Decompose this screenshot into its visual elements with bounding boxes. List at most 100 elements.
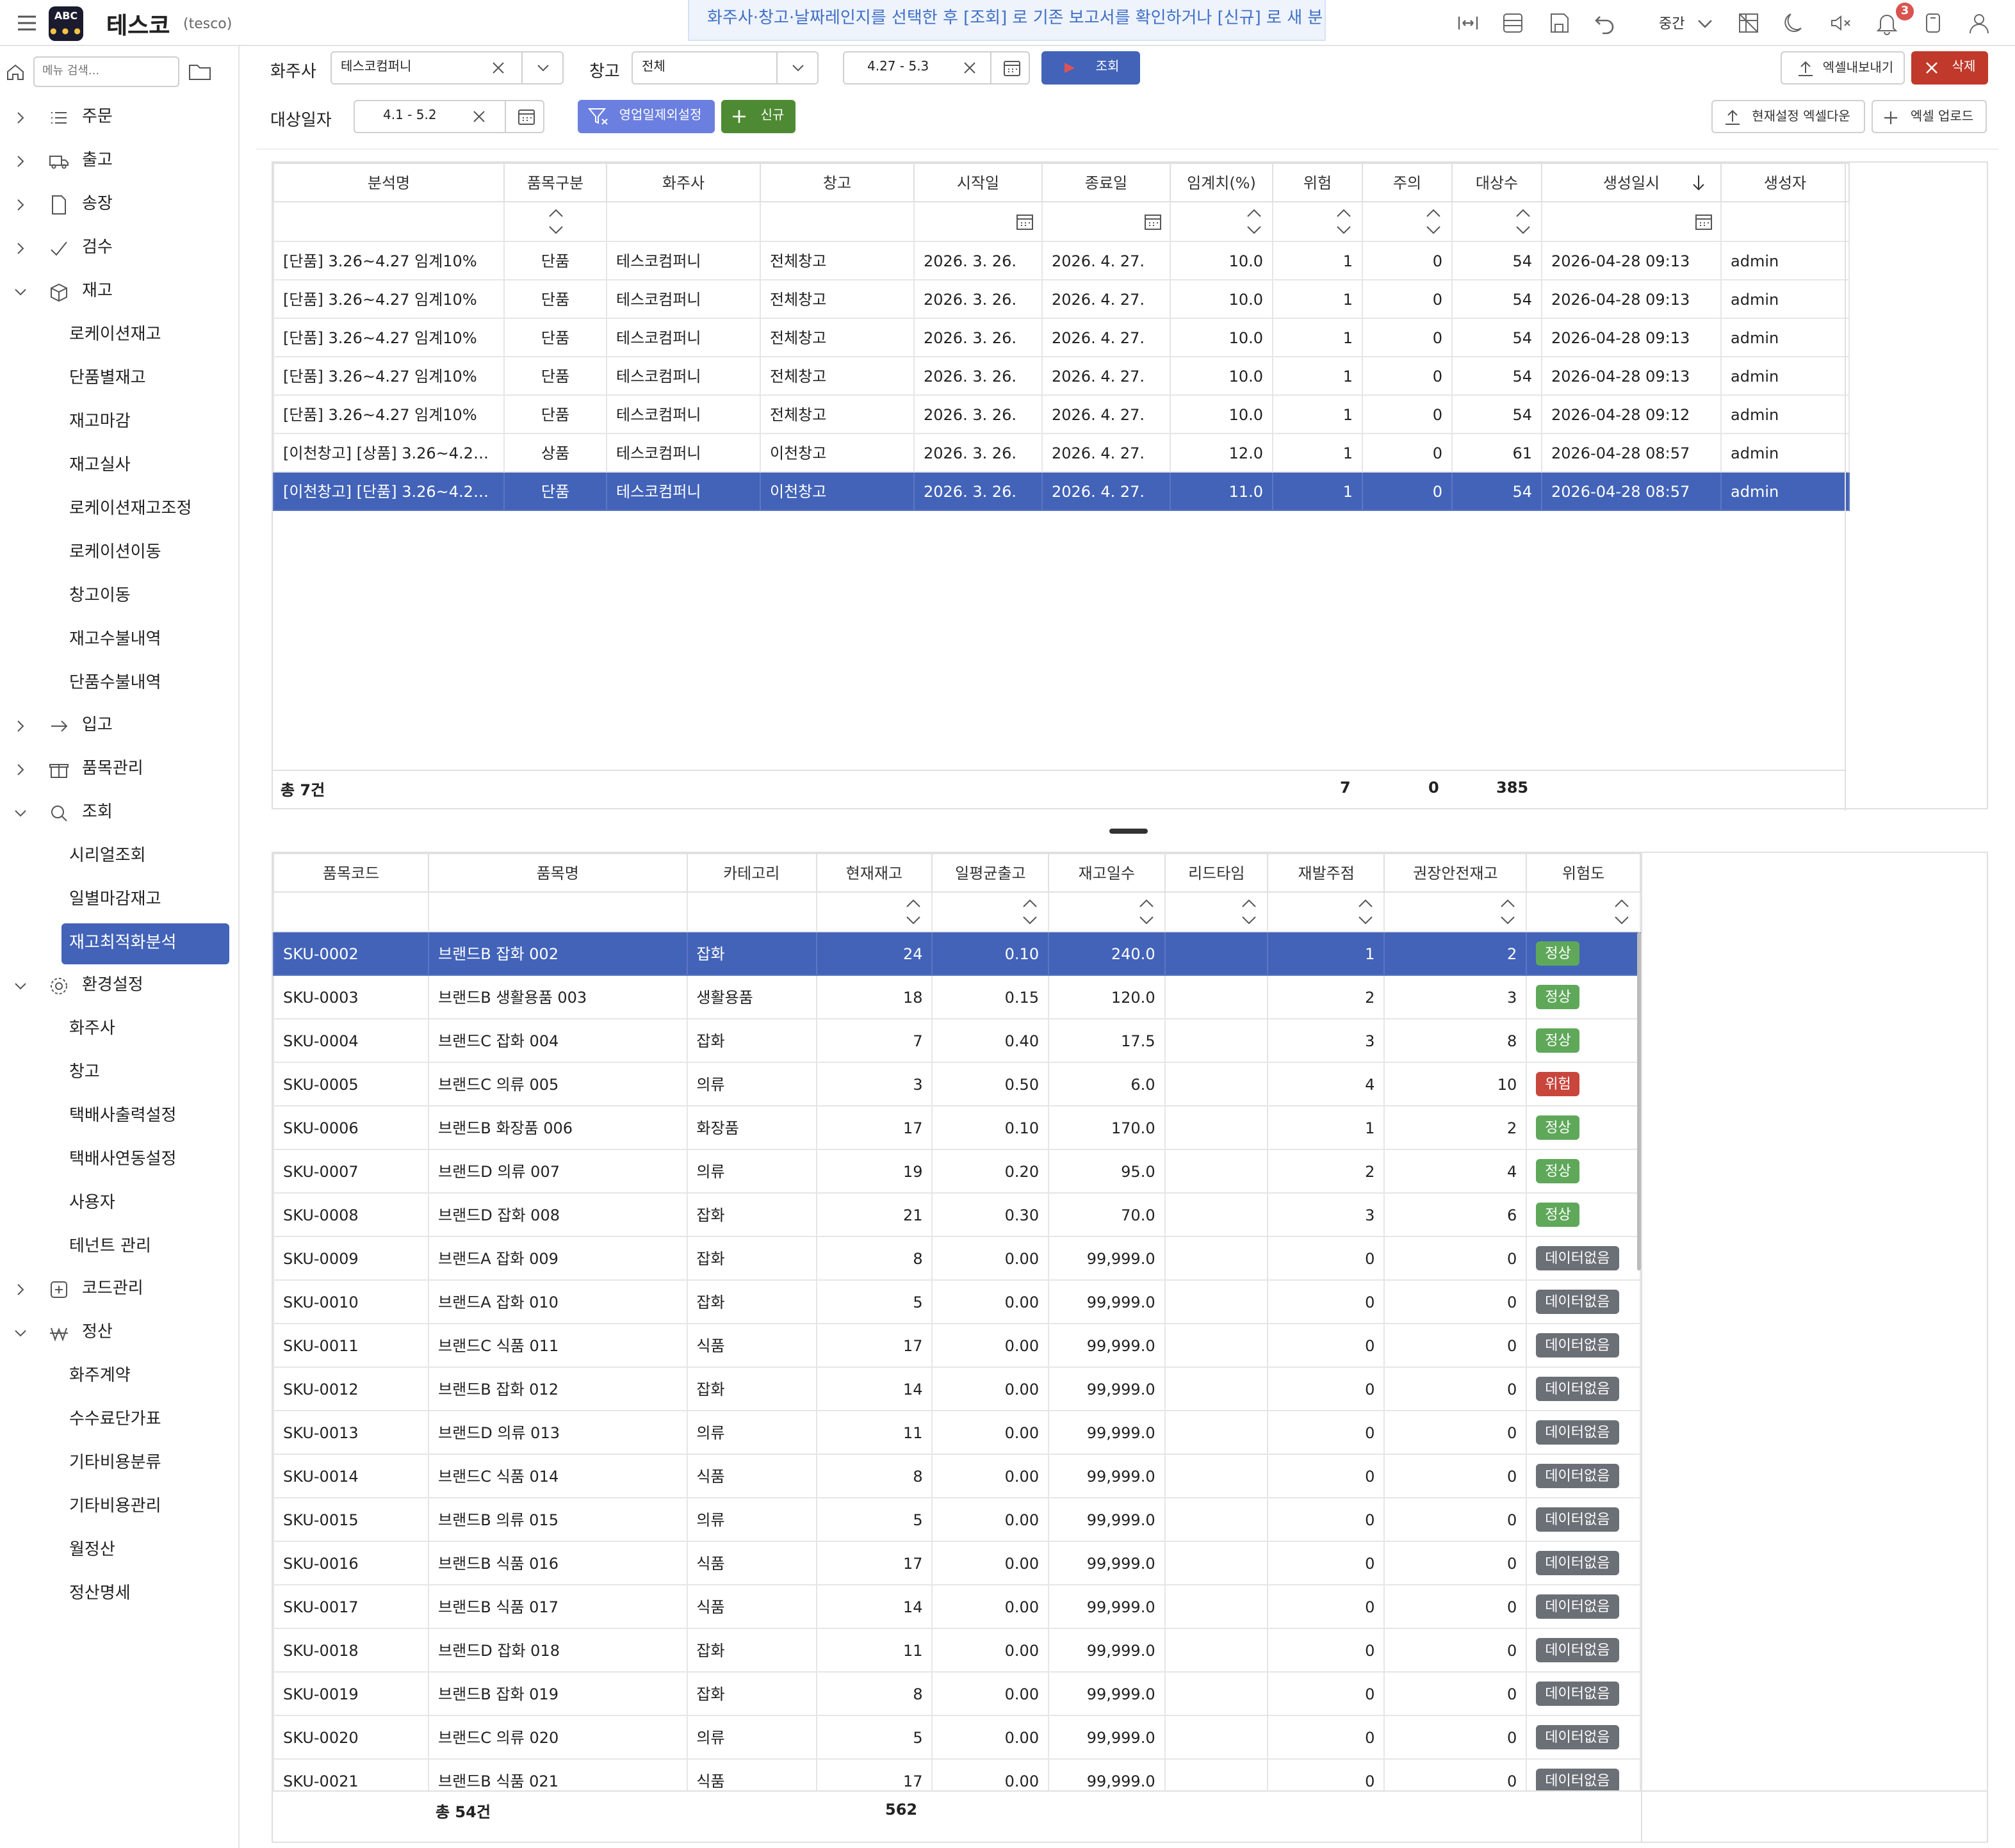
col-header[interactable]: 시작일: [913, 163, 1043, 202]
delete-button[interactable]: 삭제: [1911, 51, 1988, 85]
col-header[interactable]: 품목코드: [273, 853, 430, 893]
sidebar-item-settlement[interactable]: 정산: [0, 1314, 240, 1352]
filter-cell[interactable]: [273, 201, 505, 242]
sidebar-item-invoice[interactable]: 송장: [0, 186, 240, 224]
date-range-input[interactable]: 4.27 - 5.3: [843, 51, 1030, 85]
sidebar-sub-courier-link[interactable]: 택배사연동설정: [61, 1140, 229, 1181]
table-row[interactable]: SKU-0005 브랜드C 의류 005 의류 3 0.50 6.0 4 10 위험: [273, 1062, 1641, 1106]
sidebar-sub-daily-close[interactable]: 일별마감재고: [61, 880, 229, 921]
sidebar-sub-stock-close[interactable]: 재고마감: [61, 402, 229, 443]
sidebar-sub-monthly[interactable]: 월정산: [61, 1530, 229, 1571]
sidebar-sub-serial[interactable]: 시리얼조회: [61, 836, 229, 877]
table-row[interactable]: SKU-0007 브랜드D 의류 007 의류 19 0.20 95.0 2 4 정상: [273, 1149, 1641, 1194]
clear-icon[interactable]: [962, 60, 977, 76]
col-header[interactable]: 종료일: [1041, 163, 1171, 202]
sidebar-sub-shipper[interactable]: 화주사: [61, 1009, 229, 1050]
sidebar-sub-fee-table[interactable]: 수수료단가표: [61, 1400, 229, 1441]
table-row[interactable]: SKU-0020 브랜드C 의류 020 의류 5 0.00 99,999.0 0 0 데이터없…: [273, 1715, 1641, 1760]
export-excel-button[interactable]: 엑셀내보내기: [1781, 51, 1905, 85]
filter-cell[interactable]: [686, 891, 817, 932]
col-header[interactable]: 품목구분: [503, 163, 607, 202]
shipper-select[interactable]: 테스코컴퍼니: [330, 51, 564, 85]
filter-cell[interactable]: [931, 891, 1050, 932]
clear-icon[interactable]: [491, 60, 506, 76]
home-icon[interactable]: [5, 61, 26, 82]
sidebar-item-items[interactable]: 품목관리: [0, 750, 240, 789]
calendar-icon[interactable]: [1144, 213, 1162, 231]
sidebar-item-settings[interactable]: 환경설정: [0, 967, 240, 1005]
excel-upload-button[interactable]: 엑셀 업로드: [1872, 100, 1987, 133]
sidebar-sub-stock-count[interactable]: 재고실사: [61, 446, 229, 487]
col-header[interactable]: 현재재고: [815, 853, 933, 893]
col-header[interactable]: 대상수: [1451, 163, 1542, 202]
sort-toggle-icon[interactable]: [1022, 898, 1038, 926]
table-row[interactable]: SKU-0018 브랜드D 잡화 018 잡화 11 0.00 99,999.0 0 0 데이터…: [273, 1628, 1641, 1673]
sort-toggle-icon[interactable]: [1358, 898, 1373, 926]
sidebar-sub-location-adjust[interactable]: 로케이션재고조정: [61, 489, 229, 530]
sidebar-sub-tenant[interactable]: 테넌트 관리: [61, 1227, 229, 1268]
calendar-icon[interactable]: [1016, 213, 1034, 231]
warehouse-select[interactable]: 전체: [632, 51, 819, 85]
table-row[interactable]: SKU-0010 브랜드A 잡화 010 잡화 5 0.00 99,999.0 0 0 데이터없…: [273, 1279, 1641, 1324]
col-header[interactable]: 재고일수: [1048, 853, 1166, 893]
warehouse-dropdown[interactable]: [776, 53, 817, 83]
table-row[interactable]: [단품] 3.26~4.27 임계10% 단품 테스코컴퍼니 전체창고 2026. 3.…: [273, 279, 1850, 319]
filter-cell[interactable]: [1541, 201, 1722, 242]
clear-icon[interactable]: [471, 109, 487, 124]
save-icon[interactable]: [1546, 10, 1572, 36]
target-date-input[interactable]: 4.1 - 5.2: [354, 100, 544, 133]
col-header[interactable]: 위험: [1272, 163, 1363, 202]
sidebar-sub-courier-print[interactable]: 택배사출력설정: [61, 1096, 229, 1137]
col-header[interactable]: 생성자: [1720, 163, 1850, 202]
sidebar-sub-warehouse-move[interactable]: 창고이동: [61, 576, 229, 617]
table-row[interactable]: SKU-0008 브랜드D 잡화 008 잡화 21 0.30 70.0 3 6 정상: [273, 1192, 1641, 1237]
col-header[interactable]: 위험도: [1526, 853, 1641, 893]
sidebar-sub-location-stock[interactable]: 로케이션재고: [61, 315, 229, 356]
sidebar-item-query[interactable]: 조회: [0, 794, 240, 832]
table-row[interactable]: SKU-0009 브랜드A 잡화 009 잡화 8 0.00 99,999.0 0 0 데이터없…: [273, 1236, 1641, 1281]
table-row[interactable]: [이천창고] [단품] 3.26~4.27 ... 단품 테스코컴퍼니 이천창고 202…: [273, 471, 1850, 511]
col-header[interactable]: 품목명: [428, 853, 688, 893]
filter-cell[interactable]: [913, 201, 1043, 242]
filter-cell[interactable]: [1362, 201, 1453, 242]
col-header[interactable]: 권장안전재고: [1383, 853, 1528, 893]
expand-width-icon[interactable]: [1455, 10, 1481, 36]
table-row[interactable]: SKU-0013 브랜드D 의류 013 의류 11 0.00 99,999.0 0 0 데이터…: [273, 1410, 1641, 1455]
query-button[interactable]: 조회: [1041, 51, 1140, 85]
sort-toggle-icon[interactable]: [1426, 207, 1441, 236]
filter-cell[interactable]: [1164, 891, 1269, 932]
layout-icon[interactable]: [1500, 10, 1526, 36]
table-row[interactable]: [단품] 3.26~4.27 임계10% 단품 테스코컴퍼니 전체창고 2026. 3.…: [273, 394, 1850, 434]
filter-cell[interactable]: [760, 201, 915, 242]
moon-icon[interactable]: [1782, 10, 1807, 36]
col-header[interactable]: 일평균출고: [931, 853, 1050, 893]
panel-splitter[interactable]: [1109, 829, 1148, 834]
calendar-button[interactable]: [990, 53, 1031, 83]
sort-toggle-icon[interactable]: [1515, 207, 1531, 236]
col-header[interactable]: 분석명: [273, 163, 505, 202]
filter-cell[interactable]: [1170, 201, 1273, 242]
sort-toggle-icon[interactable]: [1500, 898, 1515, 926]
scrollbar[interactable]: [1637, 932, 1641, 1270]
filter-cell[interactable]: [1451, 201, 1542, 242]
col-header[interactable]: 주의: [1362, 163, 1453, 202]
table-row[interactable]: SKU-0006 브랜드B 화장품 006 화장품 17 0.10 170.0 1 2 정상: [273, 1105, 1641, 1150]
col-header[interactable]: 임계치(%): [1170, 163, 1273, 202]
filter-cell[interactable]: [1526, 891, 1641, 932]
chevron-down-icon[interactable]: [1692, 10, 1718, 36]
sidebar-item-codes[interactable]: 코드관리: [0, 1270, 240, 1309]
mute-icon[interactable]: [1828, 10, 1854, 36]
table-row[interactable]: SKU-0017 브랜드B 식품 017 식품 14 0.00 99,999.0 0 0 데이터…: [273, 1584, 1641, 1629]
col-header[interactable]: 리드타임: [1164, 853, 1269, 893]
sidebar-sub-sku-ledger[interactable]: 단품수불내역: [61, 663, 229, 704]
filter-cell[interactable]: [1383, 891, 1528, 932]
sidebar-item-orders[interactable]: 주문: [0, 99, 240, 137]
sidebar-item-inbound[interactable]: 입고: [0, 707, 240, 745]
menu-search-input[interactable]: [33, 56, 179, 87]
filter-cell[interactable]: [1267, 891, 1385, 932]
table-row[interactable]: SKU-0019 브랜드B 잡화 019 잡화 8 0.00 99,999.0 0 0 데이터없…: [273, 1671, 1641, 1716]
shipper-dropdown[interactable]: [521, 53, 562, 83]
sidebar-sub-warehouse[interactable]: 창고: [61, 1053, 229, 1094]
col-header[interactable]: 화주사: [606, 163, 761, 202]
filter-cell[interactable]: [815, 891, 933, 932]
